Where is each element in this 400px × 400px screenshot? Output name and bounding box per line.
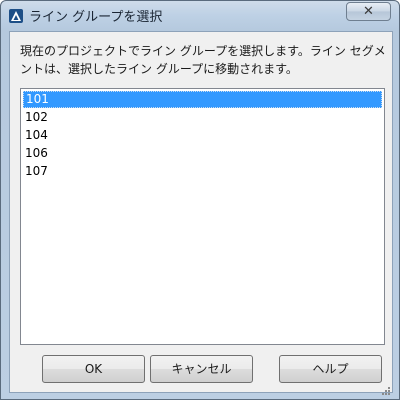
window-title: ライン グループを選択 (29, 10, 163, 25)
list-item-106[interactable]: 106 (23, 145, 382, 162)
title-bar[interactable]: ライン グループを選択 ✕ (1, 1, 400, 29)
instruction-text: 現在のプロジェクトでライン グループを選択します。ライン セグメントは、選択した… (20, 44, 386, 76)
list-item-107[interactable]: 107 (23, 163, 382, 180)
close-icon: ✕ (363, 4, 374, 19)
resize-grip-icon[interactable] (380, 380, 390, 395)
help-button[interactable]: ヘルプ (279, 355, 382, 383)
ok-button[interactable]: OK (42, 355, 145, 383)
close-button[interactable]: ✕ (346, 2, 391, 21)
line-group-listbox[interactable]: 101 102 104 106 107 (20, 88, 385, 345)
dialog-body: 現在のプロジェクトでライン グループを選択します。ライン セグメントは、選択した… (9, 31, 393, 395)
autocad-logo-icon (9, 8, 23, 23)
dialog-window: ライン グループを選択 ✕ 現在のプロジェクトでライン グループを選択します。ラ… (0, 0, 400, 400)
list-item-104[interactable]: 104 (23, 127, 382, 144)
cancel-button[interactable]: キャンセル (150, 355, 253, 383)
list-item-102[interactable]: 102 (23, 109, 382, 126)
list-item-101[interactable]: 101 (23, 91, 382, 108)
